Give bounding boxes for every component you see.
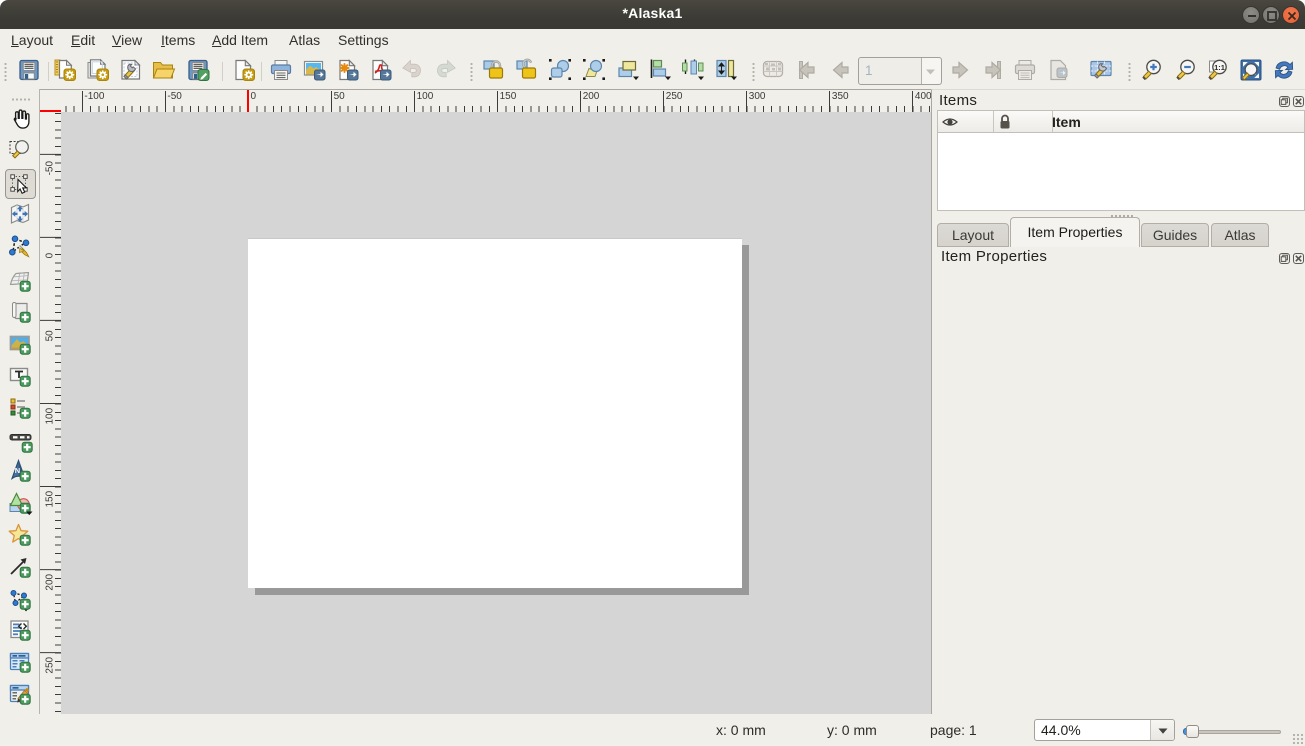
svg-text:250: 250 (45, 656, 56, 673)
svg-text:1:1: 1:1 (1214, 63, 1225, 72)
svg-text:100: 100 (45, 407, 56, 424)
svg-text:N: N (15, 466, 20, 475)
svg-text:-50: -50 (45, 161, 56, 176)
svg-text:0: 0 (45, 252, 56, 258)
svg-text:200: 200 (45, 573, 56, 590)
svg-text:50: 50 (45, 330, 56, 342)
svg-text:150: 150 (45, 490, 56, 507)
